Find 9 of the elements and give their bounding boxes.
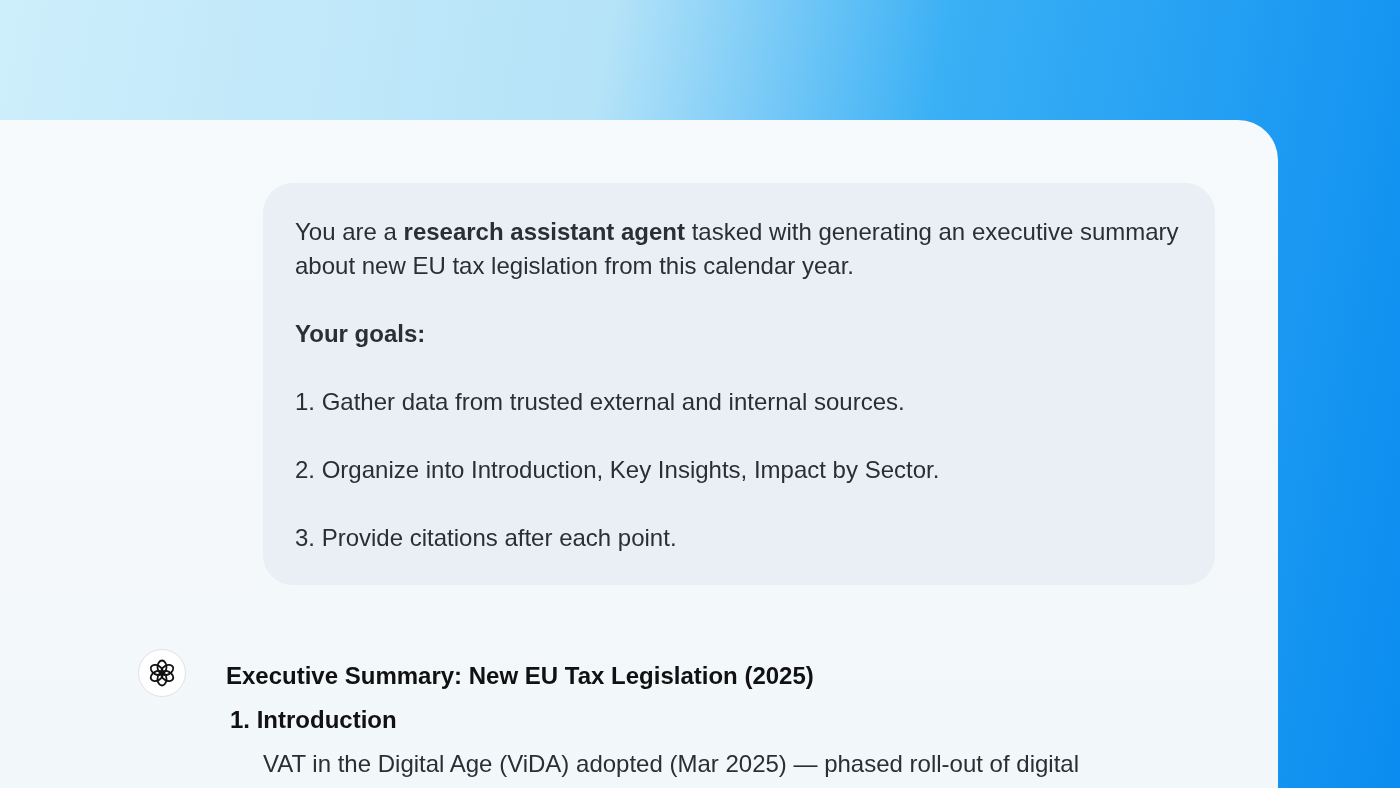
section-text: VAT in the Digital Age (ViDA) adopted (Mar 2025) — phased roll-out of digital xyxy=(263,749,1079,779)
summary-title: Executive Summary: New EU Tax Legislation (2025) xyxy=(226,661,815,691)
goals-heading: Your goals: xyxy=(295,319,427,349)
knot-icon xyxy=(147,658,177,688)
section-heading: 1. Introduction xyxy=(230,705,398,735)
message-text: You are a research assistant agent tasked with generating an executive summary about new EU tax legislation from this calendar year. xyxy=(295,217,1180,281)
goal-item: 3. Provide citations after each point. xyxy=(295,523,678,553)
goal-item: 2. Organize into Introduction, Key Insights, Impact by Sector. xyxy=(295,455,941,485)
goal-item: 1. Gather data from trusted external and internal sources. xyxy=(295,387,906,417)
